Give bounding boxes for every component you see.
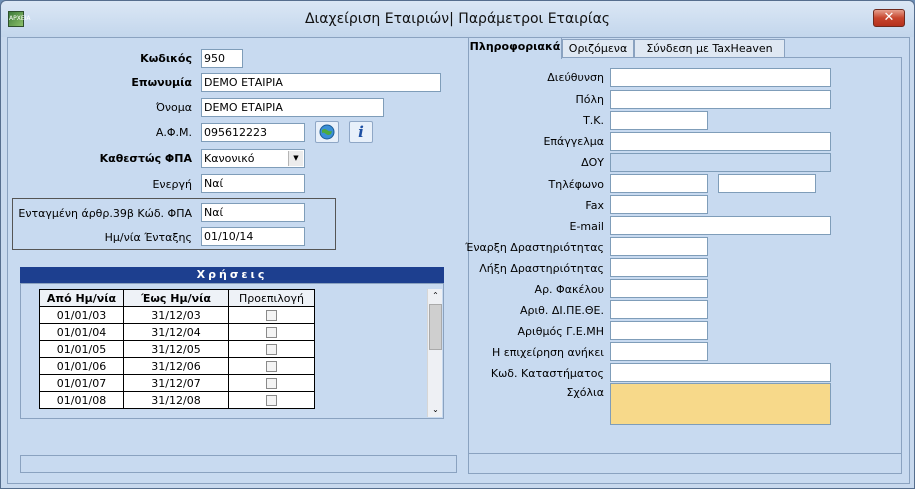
chevron-down-icon[interactable]: ▼ xyxy=(288,151,303,166)
close-button[interactable]: ✕ xyxy=(873,9,905,27)
zip-input[interactable] xyxy=(610,111,708,130)
table-row[interactable]: 01/01/06 31/12/06 xyxy=(39,357,315,375)
main-window: ΑΡΧΕΙΑ Διαχείριση Εταιριών| Παράμετροι Ε… xyxy=(0,0,915,489)
email-label: E-mail xyxy=(569,220,605,233)
profession-input[interactable] xyxy=(610,132,831,151)
col-default[interactable]: Προεπιλογή xyxy=(228,289,315,307)
belongs-label: Η επιχείρηση ανήκει xyxy=(492,346,604,359)
notes-textarea[interactable] xyxy=(610,383,831,425)
default-checkbox[interactable] xyxy=(266,395,277,406)
vat-label: Καθεστώς ΦΠΑ xyxy=(99,152,192,165)
window-title: Διαχείριση Εταιριών| Παράμετροι Εταιρίας xyxy=(304,11,611,27)
col-to[interactable]: Έως Ημ/νία xyxy=(123,289,229,307)
tab-taxheaven[interactable]: Σύνδεση με TaxHeaven xyxy=(634,39,785,59)
dipethe-label: Αριθ. ΔΙ.ΠΕ.ΘΕ. xyxy=(519,304,604,317)
fax-label: Fax xyxy=(585,199,604,212)
table-row[interactable]: 01/01/03 31/12/03 xyxy=(39,306,315,324)
uses-header: Χρήσεις xyxy=(20,267,444,283)
city-input[interactable] xyxy=(610,90,831,109)
address-label: Διεύθυνση xyxy=(547,71,604,84)
uses-scrollbar[interactable]: ⌃ ⌄ xyxy=(427,289,442,417)
notes-label: Σχόλια xyxy=(566,386,604,399)
cell-from[interactable]: 01/01/06 xyxy=(39,357,124,375)
join-date-label: Ημ/νία Ένταξης xyxy=(104,231,192,244)
afm-input[interactable]: 095612223 xyxy=(201,123,305,142)
info-icon: i xyxy=(358,123,364,141)
cell-from[interactable]: 01/01/05 xyxy=(39,340,124,358)
table-row[interactable]: 01/01/07 31/12/07 xyxy=(39,374,315,392)
uses-table: Από Ημ/νία Έως Ημ/νία Προεπιλογή 01/01/0… xyxy=(39,289,315,409)
doy-label: ΔΟΥ xyxy=(581,156,604,169)
city-label: Πόλη xyxy=(575,93,604,106)
store-label: Κωδ. Καταστήματος xyxy=(490,367,604,380)
default-checkbox[interactable] xyxy=(266,327,277,338)
code-label: Κωδικός xyxy=(140,52,192,65)
dipethe-input[interactable] xyxy=(610,300,708,319)
cell-to[interactable]: 31/12/06 xyxy=(123,357,229,375)
start-label: Έναρξη Δραστηριότητας xyxy=(465,241,604,254)
phone2-input[interactable] xyxy=(718,174,816,193)
belongs-input[interactable] xyxy=(610,342,708,361)
cell-from[interactable]: 01/01/07 xyxy=(39,374,124,392)
cell-from[interactable]: 01/01/03 xyxy=(39,306,124,324)
status-bar xyxy=(20,455,457,473)
address-input[interactable] xyxy=(610,68,831,87)
cell-to[interactable]: 31/12/07 xyxy=(123,374,229,392)
code-input[interactable]: 950 xyxy=(201,49,243,68)
active-label: Ενεργή xyxy=(152,178,192,191)
info-button[interactable]: i xyxy=(349,121,373,143)
default-checkbox[interactable] xyxy=(266,378,277,389)
start-input[interactable] xyxy=(610,237,708,256)
default-checkbox[interactable] xyxy=(266,344,277,355)
store-input[interactable] xyxy=(610,363,831,382)
join-date-input[interactable]: 01/10/14 xyxy=(201,227,305,246)
table-row[interactable]: 01/01/08 31/12/08 xyxy=(39,391,315,409)
panel-footer xyxy=(468,454,902,474)
cell-to[interactable]: 31/12/08 xyxy=(123,391,229,409)
fax-input[interactable] xyxy=(610,195,708,214)
tab-info[interactable]: Πληροφοριακά xyxy=(468,37,562,59)
active-input[interactable]: Ναί xyxy=(201,174,305,193)
scroll-up-icon[interactable]: ⌃ xyxy=(428,289,443,303)
zip-label: Τ.Κ. xyxy=(583,114,604,127)
globe-icon xyxy=(319,124,335,140)
scroll-down-icon[interactable]: ⌄ xyxy=(428,403,443,417)
scroll-thumb[interactable] xyxy=(429,304,442,350)
art39-label: Ενταγμένη άρθρ.39β Κώδ. ΦΠΑ xyxy=(18,207,192,220)
cell-to[interactable]: 31/12/03 xyxy=(123,306,229,324)
folder-label: Αρ. Φακέλου xyxy=(534,283,604,296)
short-name-label: Όνομα xyxy=(155,101,192,114)
col-from[interactable]: Από Ημ/νία xyxy=(39,289,124,307)
art39-input[interactable]: Ναί xyxy=(201,203,305,222)
email-input[interactable] xyxy=(610,216,831,235)
afm-label: Α.Φ.Μ. xyxy=(155,126,192,139)
gemi-input[interactable] xyxy=(610,321,708,340)
end-label: Λήξη Δραστηριότητας xyxy=(479,262,604,275)
table-row[interactable]: 01/01/04 31/12/04 xyxy=(39,323,315,341)
default-checkbox[interactable] xyxy=(266,361,277,372)
gemi-label: Αριθμός Γ.Ε.ΜΗ xyxy=(517,325,604,338)
phone-label: Τηλέφωνο xyxy=(548,178,605,191)
cell-from[interactable]: 01/01/04 xyxy=(39,323,124,341)
vat-value: Κανονικό xyxy=(204,152,255,165)
folder-input[interactable] xyxy=(610,279,708,298)
doy-input[interactable] xyxy=(610,153,831,172)
cell-from[interactable]: 01/01/08 xyxy=(39,391,124,409)
cell-to[interactable]: 31/12/04 xyxy=(123,323,229,341)
web-lookup-button[interactable] xyxy=(315,121,339,143)
tab-defined[interactable]: Οριζόμενα xyxy=(562,39,634,59)
vat-select[interactable]: Κανονικό ▼ xyxy=(201,149,305,168)
table-row[interactable]: 01/01/05 31/12/05 xyxy=(39,340,315,358)
phone-input[interactable] xyxy=(610,174,708,193)
default-checkbox[interactable] xyxy=(266,310,277,321)
cell-to[interactable]: 31/12/05 xyxy=(123,340,229,358)
title-bar[interactable]: ΑΡΧΕΙΑ Διαχείριση Εταιριών| Παράμετροι Ε… xyxy=(1,1,914,37)
profession-label: Επάγγελμα xyxy=(543,135,604,148)
short-name-input[interactable]: DEMO ΕΤΑΙΡΙΑ xyxy=(201,98,384,117)
end-input[interactable] xyxy=(610,258,708,277)
name-label: Επωνυμία xyxy=(131,76,192,89)
name-input[interactable]: DEMO ΕΤΑΙΡΙΑ xyxy=(201,73,441,92)
